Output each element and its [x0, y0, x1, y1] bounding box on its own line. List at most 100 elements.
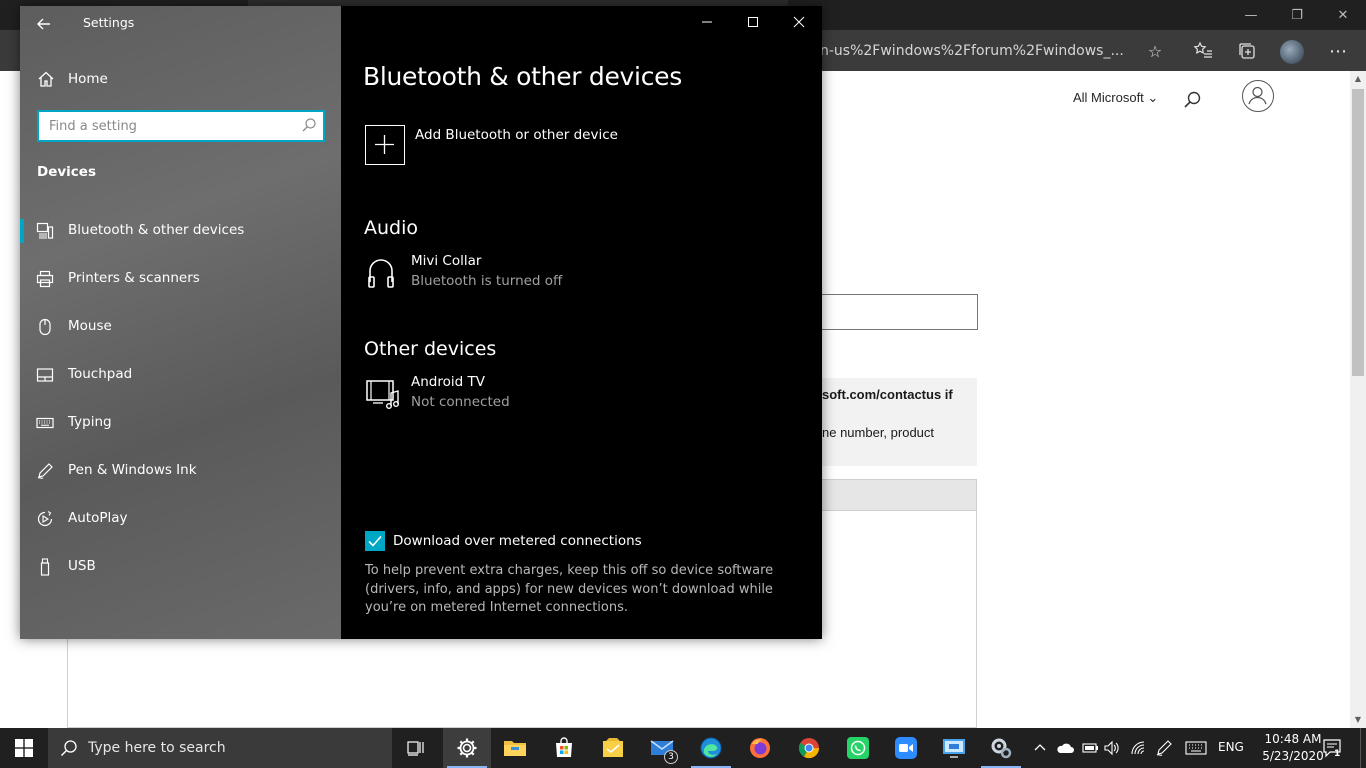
chevron-up-icon[interactable] [1030, 738, 1050, 758]
gear-icon [457, 738, 477, 758]
whatsapp-icon [847, 737, 869, 759]
taskbar-app-zoom[interactable] [882, 728, 930, 768]
taskbar-search-box[interactable]: Type here to search [48, 728, 392, 768]
media-device-icon [365, 376, 401, 412]
battery-icon[interactable] [1080, 738, 1100, 758]
favorite-star-icon[interactable]: ☆ [1143, 39, 1167, 63]
account-icon[interactable] [1242, 80, 1274, 112]
nav-item-label: Printers & scanners [68, 270, 200, 286]
all-microsoft-menu[interactable]: All Microsoft ⌄ [1073, 90, 1158, 106]
device-status: Bluetooth is turned off [411, 273, 563, 289]
back-button[interactable] [32, 12, 56, 36]
mouse-icon [36, 318, 54, 336]
taskbar-app-edge[interactable] [687, 728, 735, 768]
volume-icon[interactable] [1102, 738, 1122, 758]
browser-close-icon[interactable]: ✕ [1320, 0, 1366, 30]
close-icon [793, 16, 805, 28]
task-view-icon [407, 741, 424, 756]
nav-item-label: Pen & Windows Ink [68, 462, 197, 478]
add-device-button[interactable]: Add Bluetooth or other device [365, 125, 685, 165]
scrollbar-thumb[interactable] [1352, 89, 1364, 376]
taskbar-app-sticky-notes[interactable] [589, 728, 637, 768]
maximize-icon [748, 17, 758, 27]
taskbar-app-firefox[interactable] [736, 728, 784, 768]
clock-date[interactable]: 5/23/2020 [1253, 749, 1333, 763]
search-icon[interactable] [1183, 90, 1203, 110]
find-setting-search-box[interactable] [37, 110, 325, 142]
nav-item-touchpad[interactable]: Touchpad [20, 355, 341, 395]
browser-minimize-icon[interactable]: — [1228, 0, 1274, 30]
wifi-icon[interactable] [1128, 738, 1148, 758]
usb-icon [36, 558, 54, 576]
device-name: Android TV [411, 374, 485, 390]
nav-item-label: USB [68, 558, 96, 574]
touch-keyboard-icon[interactable] [1184, 738, 1208, 758]
nav-item-bluetooth[interactable]: Bluetooth & other devices [20, 211, 341, 251]
onedrive-icon[interactable] [1055, 738, 1075, 758]
chevron-down-icon: ⌄ [1147, 90, 1159, 105]
remote-desktop-icon [943, 739, 965, 758]
search-icon[interactable] [301, 117, 319, 135]
home-icon [37, 70, 55, 88]
favorites-icon[interactable] [1191, 39, 1215, 63]
minimize-icon [702, 21, 712, 23]
home-nav-item[interactable]: Home [20, 62, 341, 96]
chrome-icon [798, 738, 820, 759]
back-arrow-icon [37, 18, 50, 30]
scroll-up-icon[interactable]: ▲ [1350, 71, 1366, 87]
metered-connections-label[interactable]: Download over metered connections [393, 533, 642, 549]
device-item-mivi-collar[interactable]: Mivi Collar Bluetooth is turned off [365, 253, 765, 297]
settings-content-pane: Bluetooth & other devices Add Bluetooth … [341, 6, 822, 639]
taskbar-app-settings[interactable] [443, 728, 491, 768]
home-label: Home [68, 71, 108, 87]
language-indicator[interactable]: ENG [1218, 740, 1244, 754]
taskbar-app-control-settings[interactable] [977, 728, 1025, 768]
start-button[interactable] [0, 728, 48, 768]
taskbar-app-chrome[interactable] [785, 728, 833, 768]
taskbar: Type here to search 3 ENG 10:48 AM 5/23/… [0, 728, 1366, 768]
keyboard-icon [36, 414, 54, 432]
task-view-button[interactable] [392, 728, 440, 768]
pen-workspace-icon[interactable] [1154, 738, 1174, 758]
metered-connections-checkbox[interactable] [365, 531, 385, 551]
nav-item-typing[interactable]: Typing [20, 403, 341, 443]
maximize-button[interactable] [730, 6, 776, 38]
nav-item-autoplay[interactable]: AutoPlay [20, 499, 341, 539]
show-desktop-button[interactable] [1360, 728, 1366, 768]
find-setting-input[interactable] [39, 112, 295, 140]
action-center-icon[interactable] [1322, 738, 1344, 760]
notice-text-line: ne number, product [822, 425, 935, 440]
taskbar-app-store[interactable] [540, 728, 588, 768]
device-item-android-tv[interactable]: Android TV Not connected [365, 374, 765, 418]
taskbar-app-file-explorer[interactable] [491, 728, 539, 768]
window-title: Settings [83, 15, 135, 30]
browser-restore-icon[interactable]: ❐ [1274, 0, 1320, 30]
taskbar-app-mail[interactable]: 3 [638, 728, 686, 768]
more-options-icon[interactable]: ⋯ [1326, 39, 1350, 63]
nav-item-usb[interactable]: USB [20, 547, 341, 587]
clock-time[interactable]: 10:48 AM [1253, 732, 1333, 746]
nav-item-label: Touchpad [68, 366, 133, 382]
nav-item-mouse[interactable]: Mouse [20, 307, 341, 347]
minimize-button[interactable] [684, 6, 730, 38]
all-microsoft-label: All Microsoft [1073, 90, 1144, 105]
close-button[interactable] [776, 6, 822, 38]
profile-avatar[interactable] [1280, 40, 1304, 64]
browser-window-controls: — ❐ ✕ [1228, 0, 1366, 30]
address-bar[interactable]: n-us%2Fwindows%2Fforum%2Fwindows_... [800, 36, 1172, 66]
add-device-label: Add Bluetooth or other device [415, 127, 618, 143]
scroll-down-icon[interactable]: ▼ [1350, 712, 1366, 728]
collections-icon[interactable] [1235, 39, 1259, 63]
device-name: Mivi Collar [411, 253, 482, 269]
taskbar-app-remote-desktop[interactable] [930, 728, 978, 768]
autoplay-icon [36, 510, 54, 528]
taskbar-app-whatsapp[interactable] [834, 728, 882, 768]
page-scrollbar[interactable]: ▲ ▼ [1350, 71, 1366, 728]
nav-item-pen[interactable]: Pen & Windows Ink [20, 451, 341, 491]
store-icon [556, 737, 572, 757]
headphones-icon [365, 255, 401, 291]
sticky-notes-icon [603, 738, 623, 757]
folder-icon [504, 741, 526, 756]
nav-item-printers[interactable]: Printers & scanners [20, 259, 341, 299]
edge-icon [700, 737, 722, 759]
